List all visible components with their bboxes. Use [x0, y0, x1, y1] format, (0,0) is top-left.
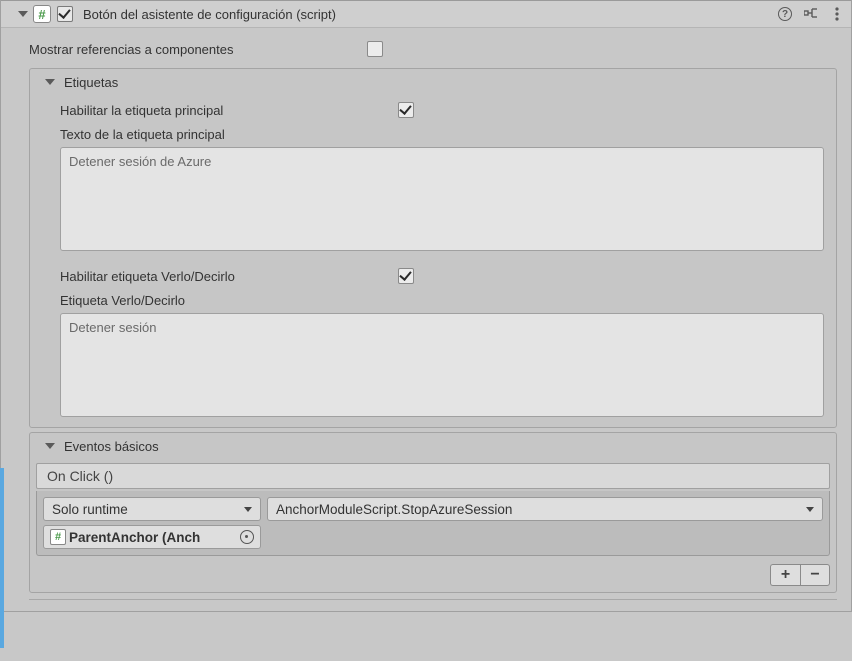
enable-seeit-label-row: Habilitar etiqueta Verlo/Decirlo: [60, 265, 824, 287]
component-header[interactable]: # Botón del asistente de configuración (…: [1, 0, 851, 28]
dropdown-arrow-icon: [806, 507, 814, 512]
enable-main-label-checkbox[interactable]: [398, 102, 414, 118]
call-state-value: Solo runtime: [52, 502, 128, 517]
labels-group-header[interactable]: Etiquetas: [30, 69, 836, 95]
basic-events-group-header[interactable]: Eventos básicos: [30, 433, 836, 459]
event-target-object-text: ParentAnchor (Anch: [69, 530, 200, 545]
main-label-text-label-row: Texto de la etiqueta principal: [60, 123, 824, 145]
enable-main-label-text: Habilitar la etiqueta principal: [60, 103, 398, 118]
show-component-refs-label: Mostrar referencias a componentes: [29, 42, 367, 57]
call-state-dropdown[interactable]: Solo runtime: [43, 497, 261, 521]
basic-events-group: Eventos básicos On Click () Solo runtime…: [29, 432, 837, 593]
help-icon[interactable]: ?: [777, 6, 793, 22]
labels-foldout-icon[interactable]: [44, 76, 56, 88]
onclick-event-entry: Solo runtime AnchorModuleScript.StopAzur…: [36, 491, 830, 556]
events-foldout-icon[interactable]: [44, 440, 56, 452]
selection-indicator: [0, 468, 4, 648]
context-menu-icon[interactable]: [829, 6, 845, 22]
show-component-refs-row: Mostrar referencias a componentes: [29, 38, 835, 60]
remove-event-button[interactable]: −: [800, 564, 830, 586]
event-target-object-field[interactable]: # ParentAnchor (Anch: [43, 525, 261, 549]
onclick-header: On Click (): [36, 463, 830, 489]
show-component-refs-checkbox[interactable]: [367, 41, 383, 57]
labels-group-title: Etiquetas: [64, 75, 118, 90]
enable-seeit-label-text: Habilitar etiqueta Verlo/Decirlo: [60, 269, 398, 284]
seeit-label-textarea[interactable]: Detener sesión: [60, 313, 824, 417]
divider: [29, 599, 837, 611]
seeit-label-label-row: Etiqueta Verlo/Decirlo: [60, 289, 824, 311]
component-foldout-icon[interactable]: [17, 8, 29, 20]
seeit-label-label: Etiqueta Verlo/Decirlo: [60, 293, 398, 308]
event-list-buttons: + −: [34, 560, 832, 588]
presets-icon[interactable]: [803, 6, 819, 22]
inspector-component: # Botón del asistente de configuración (…: [0, 0, 852, 612]
component-enable-checkbox[interactable]: [57, 6, 73, 22]
basic-events-group-title: Eventos básicos: [64, 439, 159, 454]
main-label-text-label: Texto de la etiqueta principal: [60, 127, 398, 142]
script-icon: #: [50, 529, 66, 545]
main-label-textarea[interactable]: Detener sesión de Azure: [60, 147, 824, 251]
component-title: Botón del asistente de configuración (sc…: [83, 7, 777, 22]
script-icon: #: [33, 5, 51, 23]
labels-group: Etiquetas Habilitar la etiqueta principa…: [29, 68, 837, 428]
enable-main-label-row: Habilitar la etiqueta principal: [60, 99, 824, 121]
dropdown-arrow-icon: [244, 507, 252, 512]
function-dropdown[interactable]: AnchorModuleScript.StopAzureSession: [267, 497, 823, 521]
object-picker-icon[interactable]: [240, 530, 254, 544]
add-event-button[interactable]: +: [770, 564, 800, 586]
function-value: AnchorModuleScript.StopAzureSession: [276, 502, 512, 517]
enable-seeit-label-checkbox[interactable]: [398, 268, 414, 284]
